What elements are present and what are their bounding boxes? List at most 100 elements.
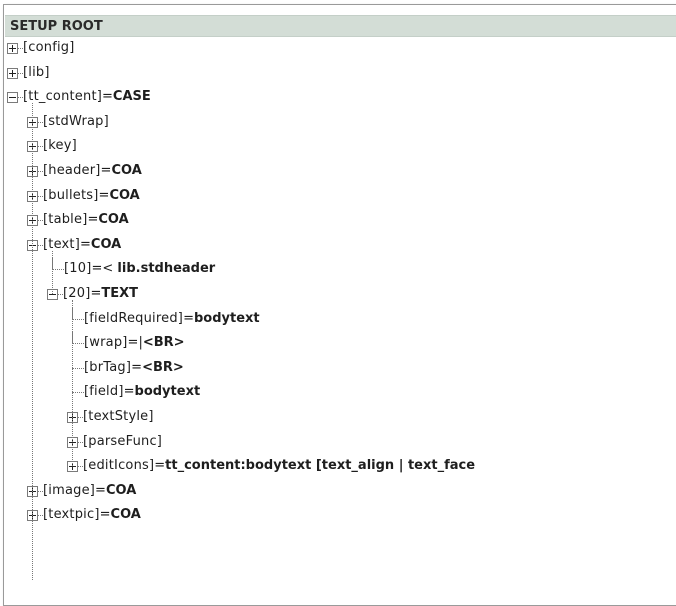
node-value: COA	[105, 483, 137, 498]
panel-title: SETUP ROOT	[10, 19, 103, 34]
node-key: [textStyle]	[83, 409, 154, 424]
tree-node[interactable]: [field]=bodytext	[0, 381, 676, 405]
node-operator: =	[100, 163, 112, 178]
node-value: COA	[98, 212, 129, 227]
tree-node[interactable]: [fieldRequired]=bodytext	[0, 308, 676, 332]
node-value: COA	[90, 237, 122, 252]
node-operator: =	[154, 458, 166, 473]
tree-node[interactable]: [brTag]=<BR>	[0, 357, 676, 381]
tree-node-label: [20]=TEXT	[63, 286, 138, 301]
node-operator: =	[90, 286, 102, 301]
node-operator: =	[102, 89, 113, 104]
node-value: <BR>	[142, 335, 185, 350]
node-operator: =	[87, 212, 99, 227]
tree-node-label: [stdWrap]	[43, 114, 109, 129]
tree-node-label: [key]	[43, 138, 77, 153]
tree-node[interactable]: [table]=COA	[0, 209, 676, 233]
tree-node[interactable]: [bullets]=COA	[0, 185, 676, 209]
node-operator: =	[99, 507, 111, 522]
node-value: tt_content:bodytext [text_align | text_f…	[165, 458, 476, 473]
node-key: [10]	[64, 261, 92, 276]
node-value: bodytext	[193, 311, 260, 326]
node-key: [stdWrap]	[43, 114, 109, 129]
tree-connector	[72, 343, 84, 344]
node-operator: =	[131, 360, 143, 375]
node-operator: =|	[127, 335, 143, 350]
node-key: [wrap]	[84, 335, 128, 350]
node-key: [parseFunc]	[83, 434, 163, 449]
node-value: COA	[110, 507, 141, 522]
node-key: [tt_content]	[23, 89, 103, 104]
tree-node[interactable]: [textStyle]	[0, 406, 676, 430]
tree-node[interactable]: [wrap]=|<BR>	[0, 332, 676, 356]
node-value: CASE	[112, 89, 151, 104]
tree-node-label: [image]=COA	[43, 483, 136, 498]
tree-node[interactable]: [tt_content]=CASE	[0, 86, 676, 110]
tree-node[interactable]: [editIcons]=tt_content:bodytext [text_al…	[0, 455, 676, 479]
tree-node-label: [lib]	[23, 65, 50, 80]
tree-node-label: [text]=COA	[43, 237, 121, 252]
collapse-icon[interactable]	[7, 92, 18, 103]
node-key: [brTag]	[84, 360, 132, 375]
node-value: COA	[109, 188, 140, 203]
tree-node-label: [textStyle]	[83, 409, 154, 424]
tree-guide-line	[52, 251, 53, 294]
tree-connector	[72, 319, 84, 320]
tree-node[interactable]: [stdWrap]	[0, 111, 676, 135]
expand-icon[interactable]	[7, 68, 18, 79]
node-key: [key]	[43, 138, 77, 153]
tree-node-label: [header]=COA	[43, 163, 142, 178]
tree-node-label: [brTag]=<BR>	[84, 360, 184, 375]
tree-node[interactable]: [image]=COA	[0, 480, 676, 504]
node-key: [config]	[23, 40, 75, 55]
tree-node-label: [bullets]=COA	[43, 188, 140, 203]
tree-node-label: [tt_content]=CASE	[23, 89, 151, 104]
tree-node[interactable]: [10]=< lib.stdheader	[0, 258, 676, 282]
tree-node[interactable]: [text]=COA	[0, 234, 676, 258]
header-bar	[5, 15, 676, 37]
tree-node[interactable]: [key]	[0, 135, 676, 159]
node-key: [field]	[84, 384, 124, 399]
node-value: lib.stdheader	[117, 261, 216, 276]
node-operator: =	[98, 188, 110, 203]
node-operator: =	[183, 311, 194, 326]
node-key: [textpic]	[43, 507, 100, 522]
node-key: [editIcons]	[83, 458, 155, 473]
node-key: [text]	[43, 237, 81, 252]
node-key: [lib]	[23, 65, 50, 80]
tree-guide-line	[72, 300, 73, 466]
tree-connector	[72, 368, 84, 369]
expand-icon[interactable]	[7, 43, 18, 54]
tree-node[interactable]: [config]	[0, 37, 676, 61]
tree-node-label: [field]=bodytext	[84, 384, 200, 399]
node-operator: =	[80, 237, 91, 252]
tree-node-label: [table]=COA	[43, 212, 129, 227]
node-key: [image]	[43, 483, 96, 498]
node-key: [table]	[43, 212, 88, 227]
node-key: [fieldRequired]	[84, 311, 184, 326]
node-key: [bullets]	[43, 188, 99, 203]
tree-connector	[72, 392, 84, 393]
node-value: <BR>	[142, 360, 184, 375]
tree-node[interactable]: [parseFunc]	[0, 431, 676, 455]
node-operator: =	[123, 384, 135, 399]
tree-node[interactable]: [20]=TEXT	[0, 283, 676, 307]
node-value: bodytext	[134, 384, 201, 399]
tree-node[interactable]: [header]=COA	[0, 160, 676, 184]
tree-node-label: [editIcons]=tt_content:bodytext [text_al…	[83, 458, 475, 473]
tree-node-label: [textpic]=COA	[43, 507, 141, 522]
node-key: [20]	[63, 286, 91, 301]
node-key: [header]	[43, 163, 101, 178]
node-value: TEXT	[101, 286, 139, 301]
tree-node[interactable]: [textpic]=COA	[0, 504, 676, 528]
node-operator: =<	[91, 261, 118, 276]
node-value: COA	[111, 163, 142, 178]
tree-guide-line	[32, 103, 33, 580]
tree-node-label: [config]	[23, 40, 75, 55]
tree-node-label: [10]=< lib.stdheader	[64, 261, 215, 276]
tree-connector	[52, 269, 64, 270]
tree-node-label: [parseFunc]	[83, 434, 162, 449]
tree-node-label: [wrap]=|<BR>	[84, 335, 185, 350]
tree-node[interactable]: [lib]	[0, 62, 676, 86]
node-operator: =	[95, 483, 106, 498]
